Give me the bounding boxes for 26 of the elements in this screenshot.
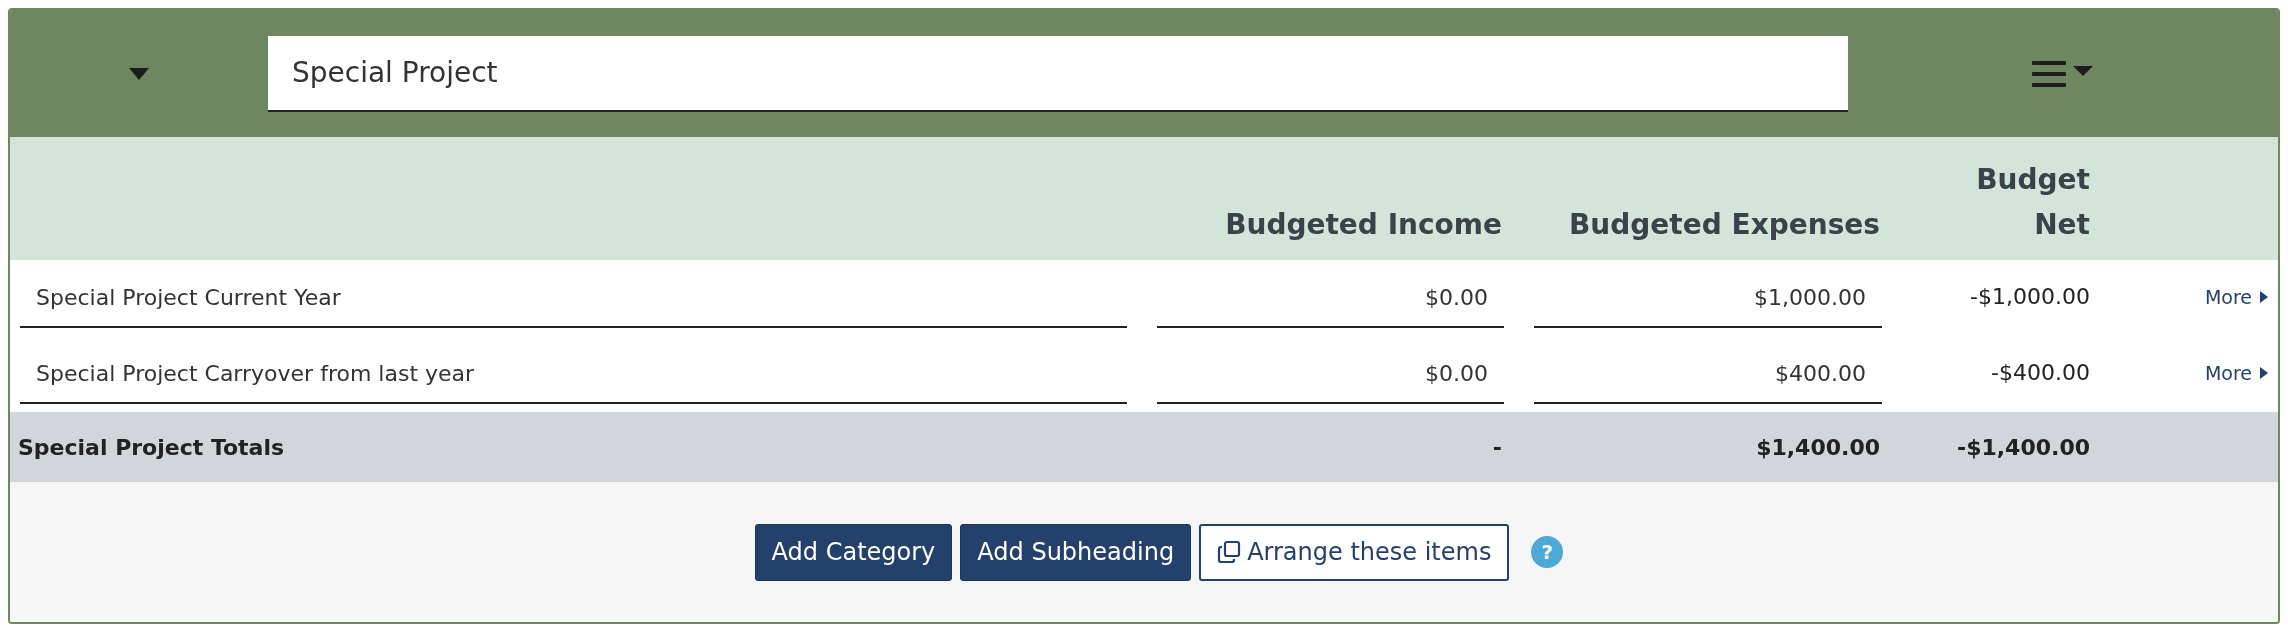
totals-label: Special Project Totals <box>18 434 285 460</box>
column-header: Budget Net <box>1976 163 2090 242</box>
arrange-button[interactable]: Arrange these items <box>1199 523 1510 581</box>
caret-right-icon[interactable] <box>2260 367 2268 379</box>
expenses-field[interactable]: $400.00 <box>1534 344 1882 404</box>
income-field[interactable]: $0.00 <box>1157 344 1504 404</box>
totals-income: - <box>1492 434 1502 460</box>
totals-net: -$1,400.00 <box>1957 434 2090 460</box>
expenses-field[interactable]: $1,000.00 <box>1534 268 1882 328</box>
add-button[interactable]: Add Subheading <box>960 523 1192 581</box>
caret-right-icon[interactable] <box>2260 291 2268 303</box>
income-field[interactable]: $0.00 <box>1157 268 1504 328</box>
totals-expenses: $1,400.00 <box>1756 434 1880 460</box>
column-header: Budgeted Expenses <box>1569 208 1880 242</box>
more-link[interactable]: More <box>2204 286 2268 308</box>
net-amount: -$400.00 <box>1991 360 2090 385</box>
menu-icon[interactable] <box>2032 59 2094 88</box>
column-header: Budgeted Income <box>1225 208 1502 242</box>
add-button[interactable]: Add Category <box>754 523 953 581</box>
copy-icon[interactable] <box>1217 540 1242 564</box>
caret-down-icon[interactable] <box>129 67 149 80</box>
more-link[interactable]: More <box>2204 362 2268 384</box>
category-name-field[interactable]: Special Project Carryover from last year <box>20 344 1127 404</box>
category-name-field[interactable]: Special Project Current Year <box>20 268 1127 328</box>
title-field[interactable]: Special Project <box>268 35 1848 112</box>
net-amount: -$1,000.00 <box>1970 284 2090 309</box>
